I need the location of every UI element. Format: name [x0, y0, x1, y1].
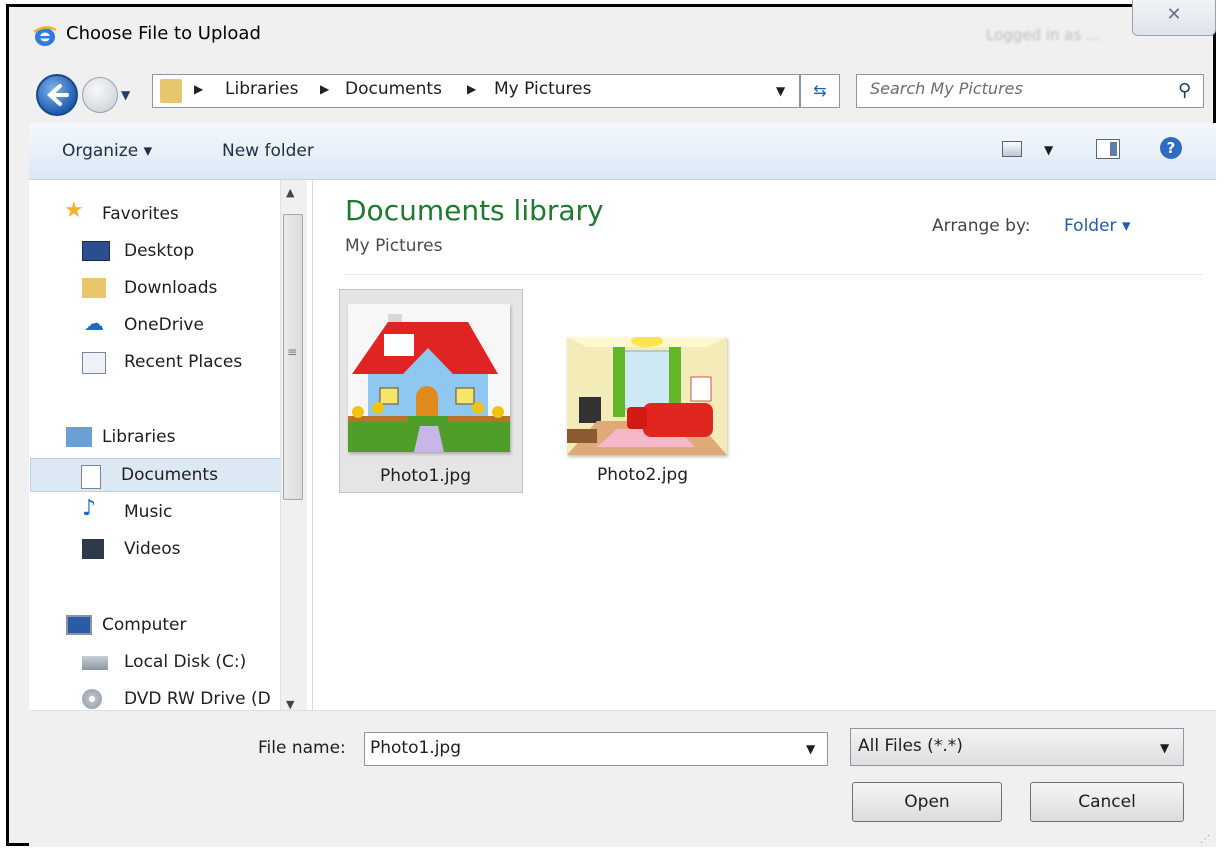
scroll-grip-icon: ≡: [287, 345, 298, 359]
view-options-dropdown-icon[interactable]: ▼: [1044, 143, 1053, 157]
search-placeholder: Search My Pictures: [870, 79, 1023, 98]
file-tile-photo1[interactable]: Photo1.jpg: [339, 289, 523, 493]
nav-music[interactable]: ♪ Music: [32, 496, 280, 530]
libraries-icon: [66, 427, 92, 447]
library-title: Documents library: [345, 194, 604, 227]
new-folder-button[interactable]: New folder: [222, 141, 314, 161]
recent-pages-dropdown-icon[interactable]: ▼: [121, 88, 130, 102]
dvd-disc-icon: [82, 689, 102, 709]
hard-disk-icon: [82, 656, 108, 670]
breadcrumb-arrow-icon[interactable]: ▶: [194, 82, 203, 96]
cancel-button[interactable]: Cancel: [1030, 782, 1184, 822]
living-room-thumbnail: [567, 337, 727, 455]
back-button[interactable]: [36, 74, 78, 116]
nav-downloads[interactable]: Downloads: [32, 272, 280, 306]
address-dropdown-icon[interactable]: ▼: [776, 84, 785, 98]
window-title: Choose File to Upload: [66, 23, 261, 44]
music-note-icon: ♪: [82, 496, 97, 521]
file-type-dropdown-icon[interactable]: ▼: [1160, 741, 1169, 755]
nav-onedrive[interactable]: ☁ OneDrive: [32, 309, 280, 343]
file-type-value: All Files (*.*): [858, 736, 963, 756]
star-icon: ★: [64, 198, 84, 223]
resize-grip-icon[interactable]: ⋰: [1200, 834, 1210, 845]
desktop-icon: [82, 241, 110, 261]
preview-pane-icon[interactable]: [1096, 139, 1120, 159]
nav-desktop[interactable]: Desktop: [32, 235, 280, 269]
refresh-button[interactable]: ⇆: [800, 74, 840, 108]
nav-computer[interactable]: Computer: [32, 609, 280, 643]
library-subtitle: My Pictures: [345, 236, 443, 256]
folder-icon: [160, 79, 182, 103]
nav-favorites[interactable]: ★ Favorites: [32, 198, 280, 232]
downloads-folder-icon: [82, 278, 106, 298]
breadcrumb-arrow-icon[interactable]: ▶: [320, 82, 329, 96]
breadcrumb-my-pictures[interactable]: My Pictures: [494, 79, 591, 99]
background-login-text: Logged in as ...: [986, 26, 1101, 44]
search-icon[interactable]: ⚲: [1178, 80, 1191, 101]
open-button[interactable]: Open: [852, 782, 1002, 822]
arrange-by-label: Arrange by:: [932, 216, 1031, 236]
close-button[interactable]: ✕: [1132, 0, 1216, 36]
onedrive-cloud-icon: ☁: [84, 311, 104, 335]
nav-videos[interactable]: Videos: [32, 533, 280, 567]
nav-local-disk[interactable]: Local Disk (C:): [32, 646, 280, 680]
film-strip-icon: [82, 539, 104, 559]
nav-documents[interactable]: Documents: [30, 458, 282, 492]
documents-icon: [81, 465, 101, 489]
internet-explorer-icon: [32, 26, 58, 48]
file-name-photo2: Photo2.jpg: [597, 465, 689, 485]
scroll-up-icon[interactable]: ▲: [286, 186, 294, 199]
content-divider: [345, 274, 1203, 275]
file-tile-photo2[interactable]: Photo2.jpg: [559, 289, 743, 493]
breadcrumb-libraries[interactable]: Libraries: [225, 79, 298, 99]
house-thumbnail: [348, 304, 510, 452]
arrange-by-dropdown[interactable]: Folder ▾: [1064, 216, 1130, 236]
help-icon[interactable]: ?: [1160, 137, 1182, 159]
nav-recent-places[interactable]: Recent Places: [32, 346, 280, 380]
change-view-icon[interactable]: [1002, 141, 1022, 157]
breadcrumb-arrow-icon[interactable]: ▶: [467, 82, 476, 96]
file-name-dropdown-icon[interactable]: ▼: [806, 742, 815, 756]
nav-libraries[interactable]: Libraries: [32, 421, 280, 455]
command-toolbar: [29, 123, 1216, 180]
organize-button[interactable]: Organize ▾: [62, 141, 152, 161]
file-name-photo1: Photo1.jpg: [380, 466, 472, 486]
breadcrumb-documents[interactable]: Documents: [345, 79, 442, 99]
forward-button[interactable]: [82, 77, 118, 113]
file-name-label: File name:: [258, 738, 346, 758]
file-name-value[interactable]: Photo1.jpg: [370, 738, 461, 758]
computer-icon: [66, 615, 92, 635]
recent-places-icon: [82, 352, 106, 374]
